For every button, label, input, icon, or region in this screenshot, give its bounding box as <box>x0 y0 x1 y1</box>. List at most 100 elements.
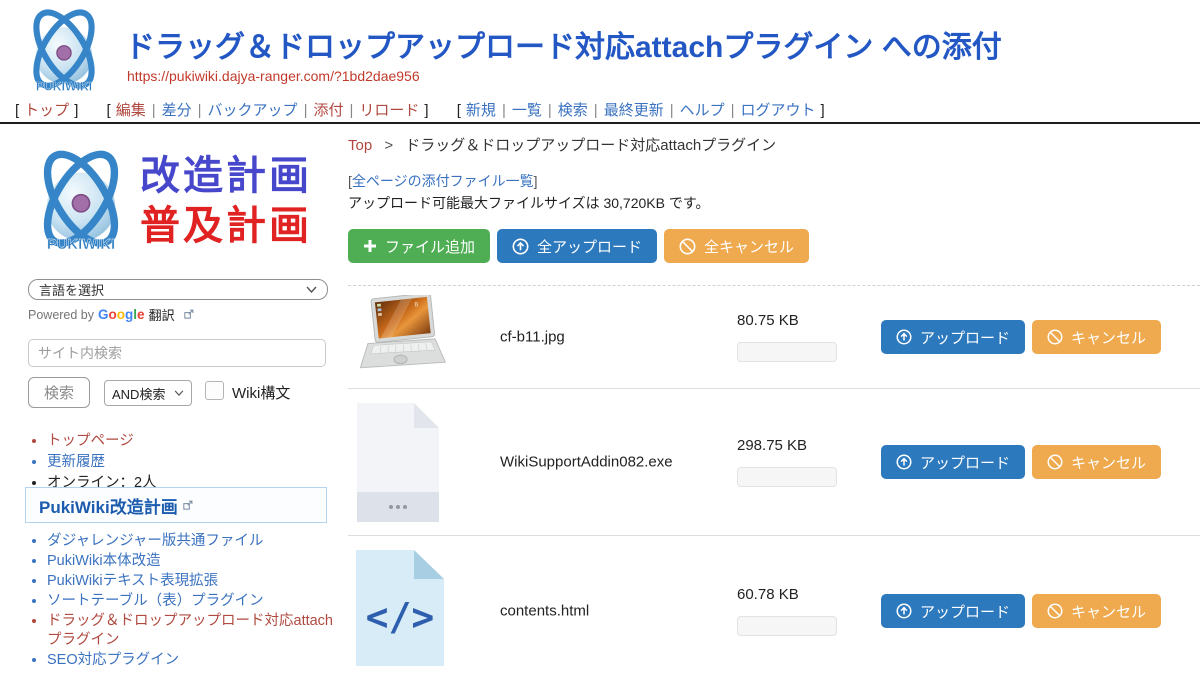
translate-label[interactable]: 翻訳 <box>149 305 175 324</box>
upload-button[interactable]: アップロード <box>881 445 1025 479</box>
sidebar-item-sort-table[interactable]: ソートテーブル（表）プラグイン <box>47 592 337 611</box>
upload-button[interactable]: アップロード <box>881 320 1025 354</box>
file-name: WikiSupportAddin082.exe <box>500 454 673 471</box>
max-upload-size-text: アップロード可能最大ファイルサイズは 30,720KB です。 <box>348 193 709 213</box>
file-row-actions: アップロード キャンセル <box>881 445 1161 479</box>
nav-link-search[interactable]: 検索 <box>558 102 588 119</box>
top-navigation: [トップ] [編集|差分|バックアップ|添付|リロード] [新規|一覧|検索|最… <box>10 99 844 120</box>
sidebar-item-update-history[interactable]: 更新履歴 <box>47 452 337 472</box>
header-divider <box>0 122 1200 124</box>
sidebar-item-dragdrop-attach[interactable]: ドラッグ＆ドロップアップロード対応attachプラグイン <box>47 612 337 650</box>
sidebar-plugin-links: ダジャレンジャー版共通ファイル PukiWiki本体改造 PukiWikiテキス… <box>28 532 337 671</box>
upload-progress-bar <box>737 616 837 636</box>
file-size: 80.75 KB <box>737 312 867 329</box>
sidebar-quick-links: トップページ 更新履歴 オンライン：2人 <box>28 431 337 494</box>
laptop-photo-thumbnail: 8 <box>354 295 449 379</box>
nav-group-top: [トップ] <box>10 102 83 119</box>
chevron-down-icon <box>174 390 184 396</box>
pukiwiki-logo[interactable]: PUKIWIKI <box>16 4 112 98</box>
svg-text:PUKIWIKI: PUKIWIKI <box>36 79 92 93</box>
search-mode-value: AND検索 <box>112 384 165 403</box>
breadcrumb-current: ドラッグ＆ドロップアップロード対応attachプラグイン <box>405 137 776 154</box>
google-translate-attribution: Powered by Google 翻訳 <box>28 305 194 324</box>
upload-icon <box>896 603 912 619</box>
cancel-all-icon <box>679 238 696 255</box>
cancel-button[interactable]: キャンセル <box>1032 445 1161 479</box>
external-link-icon <box>183 309 194 320</box>
site-search-input[interactable] <box>28 339 326 367</box>
breadcrumb: Top > ドラッグ＆ドロップアップロード対応attachプラグイン <box>348 134 776 155</box>
sidebar-item-text-extension[interactable]: PukiWikiテキスト表現拡張 <box>47 572 337 591</box>
sidebar-item-core-mod[interactable]: PukiWiki本体改造 <box>47 552 337 571</box>
sidebar-logo[interactable]: PUKIWIKI 改造計画 普及計画 <box>22 144 332 258</box>
svg-text:</>: </> <box>366 595 435 639</box>
language-select[interactable]: 言語を選択 <box>28 279 328 300</box>
file-size: 298.75 KB <box>737 437 867 454</box>
google-logo: Google <box>98 307 145 322</box>
attach-file-list-link[interactable]: 全ページの添付ファイル一覧 <box>352 173 534 189</box>
upload-icon <box>896 454 912 470</box>
sidebar-heading-pukiwiki-kaizou[interactable]: PukiWiki改造計画 <box>25 487 327 523</box>
nav-link-reload[interactable]: リロード <box>359 102 419 119</box>
nav-link-recent[interactable]: 最終更新 <box>604 102 664 119</box>
attach-file-list-line: [全ページの添付ファイル一覧] <box>348 171 538 191</box>
language-select-value: 言語を選択 <box>39 280 104 299</box>
pukiwiki-attach-page: PUKIWIKI ドラッグ＆ドロップアップロード対応attachプラグイン への… <box>0 0 1200 630</box>
nav-link-attach[interactable]: 添付 <box>313 102 343 119</box>
add-file-button[interactable]: ファイル追加 <box>348 229 490 263</box>
file-size-box: 80.75 KB <box>737 312 867 362</box>
cancel-all-button[interactable]: 全キャンセル <box>664 229 809 263</box>
cancel-button[interactable]: キャンセル <box>1032 594 1161 628</box>
upload-all-button[interactable]: 全アップロード <box>497 229 657 263</box>
nav-link-list[interactable]: 一覧 <box>512 102 542 119</box>
page-title: ドラッグ＆ドロップアップロード対応attachプラグイン への添付 <box>125 22 1002 66</box>
sidebar-item-top-page[interactable]: トップページ <box>47 431 337 451</box>
search-mode-select[interactable]: AND検索 <box>104 380 192 406</box>
sidebar-logo-slogan: 改造計画 普及計画 <box>140 151 312 251</box>
upload-button[interactable]: アップロード <box>881 594 1025 628</box>
slogan-line1: 改造計画 <box>140 151 312 201</box>
powered-by-label: Powered by <box>28 308 94 322</box>
atom-logo-icon: PUKIWIKI <box>16 4 112 98</box>
sidebar-item-seo-plugin[interactable]: SEO対応プラグイン <box>47 651 337 670</box>
file-row: </> contents.html 60.78 KB アップロード キャンセル <box>348 535 1200 686</box>
nav-link-diff[interactable]: 差分 <box>162 102 192 119</box>
file-row-actions: アップロード キャンセル <box>881 594 1161 628</box>
nav-link-new[interactable]: 新規 <box>466 102 496 119</box>
cancel-icon <box>1047 329 1063 345</box>
file-row-actions: アップロード キャンセル <box>881 320 1161 354</box>
upload-toolbar: ファイル追加 全アップロード 全キャンセル <box>348 229 809 263</box>
file-row: WikiSupportAddin082.exe 298.75 KB アップロード… <box>348 388 1200 535</box>
file-size: 60.78 KB <box>737 586 867 603</box>
nav-link-edit[interactable]: 編集 <box>116 102 146 119</box>
external-link-icon <box>182 500 193 511</box>
nav-link-top[interactable]: トップ <box>24 102 69 119</box>
file-name: cf-b11.jpg <box>500 329 565 346</box>
nav-link-logout[interactable]: ログアウト <box>741 102 816 119</box>
file-name: contents.html <box>500 603 589 620</box>
cancel-icon <box>1047 454 1063 470</box>
upload-icon <box>896 329 912 345</box>
generic-file-icon <box>354 401 442 523</box>
file-row: 8 cf-b11.jpg 80.75 KB アップロード <box>348 285 1200 388</box>
wiki-syntax-label: Wiki構文 <box>232 382 290 403</box>
upload-all-icon <box>512 238 529 255</box>
svg-text:PUKIWIKI: PUKIWIKI <box>47 237 115 253</box>
wiki-syntax-checkbox[interactable] <box>205 381 224 400</box>
file-size-box: 298.75 KB <box>737 437 867 487</box>
nav-group-site: [新規|一覧|検索|最終更新|ヘルプ|ログアウト] <box>452 102 830 119</box>
cancel-button[interactable]: キャンセル <box>1032 320 1161 354</box>
nav-link-help[interactable]: ヘルプ <box>680 102 725 119</box>
slogan-line2: 普及計画 <box>140 201 312 251</box>
upload-progress-bar <box>737 342 837 362</box>
search-button[interactable]: 検索 <box>28 377 90 408</box>
upload-progress-bar <box>737 467 837 487</box>
sidebar-atom-logo-icon: PUKIWIKI <box>22 144 140 258</box>
breadcrumb-home[interactable]: Top <box>348 137 372 154</box>
sidebar-item-common-files[interactable]: ダジャレンジャー版共通ファイル <box>47 532 337 551</box>
code-file-icon: </> <box>354 548 446 668</box>
cancel-icon <box>1047 603 1063 619</box>
upload-file-list: 8 cf-b11.jpg 80.75 KB アップロード <box>348 285 1200 686</box>
nav-link-backup[interactable]: バックアップ <box>208 102 298 119</box>
chevron-down-icon <box>306 286 317 293</box>
